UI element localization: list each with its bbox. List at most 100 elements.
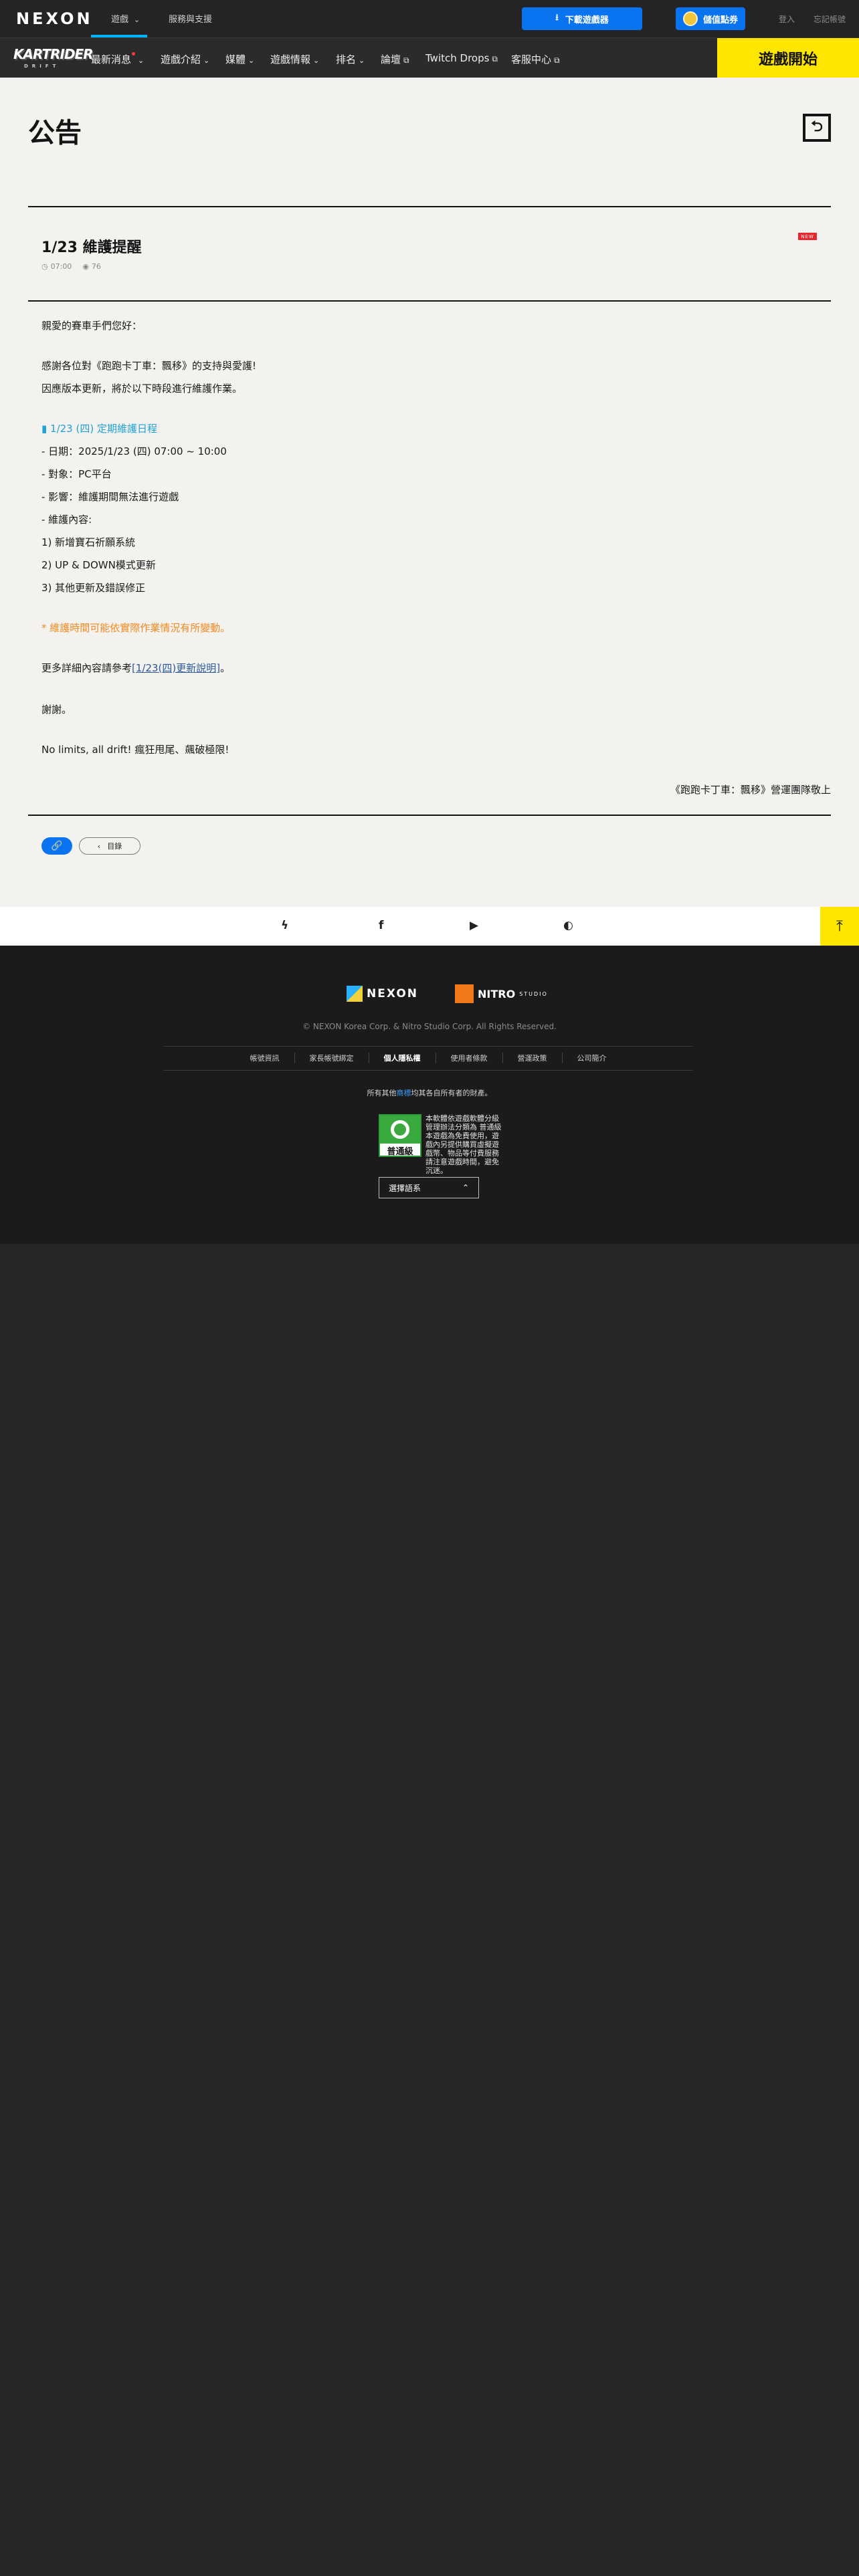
footer-link-parental[interactable]: 家長帳號綁定 [295,1053,369,1063]
trademark-suffix: 均其各自所有者的財產。 [411,1089,492,1097]
footer-link-privacy[interactable]: 個人隱私權 [369,1053,436,1063]
tab-games-label: 遊戲 [111,15,129,25]
brand-bird-icon[interactable]: ϟ [281,919,288,932]
external-link-icon: ⧉ [554,56,560,65]
nav-game-intro[interactable]: 遊戲介紹 ⌄ [161,52,209,66]
body-impact: - 影響：維護期間無法進行遊戲 [41,491,179,503]
body-date: - 日期：2025/1/23 (四) 07:00 ~ 10:00 [41,445,227,457]
top-bar: NEXON 遊戲 ⌄ 服務與支援 ⭳ 下載遊戲器 儲值點券 登入 忘記帳號 [0,0,859,37]
nav-game-info[interactable]: 遊戲情報 ⌄ [270,52,319,66]
nav-forum-label: 論壇 [381,53,401,66]
copy-link-button[interactable]: 🔗 [41,837,72,855]
nexon-logo[interactable]: NEXON [16,9,93,28]
game-start-button[interactable]: 遊戲開始 [717,38,859,78]
download-icon: ⭳ [555,13,559,23]
chevron-up-icon: ⌃ [462,1183,469,1192]
download-label: 下載遊戲器 [565,15,609,25]
body-item-2: 2) UP & DOWN模式更新 [41,559,156,571]
nexon-mark-icon [347,986,363,1002]
body-content-label: - 維護內容: [41,514,92,526]
footer-link-policy[interactable]: 營運政策 [503,1053,563,1063]
download-launcher-button[interactable]: ⭳ 下載遊戲器 [522,7,642,30]
kartrider-logo-sub: DRIFT [24,64,60,69]
body-slogan: No limits, all drift! 瘋狂甩尾、飆破極限! [41,744,229,756]
buy-points-label: 儲值點券 [702,15,738,25]
buy-points-button[interactable]: 儲值點券 [676,7,745,30]
post-title: 1/23 維護提醒 [41,239,142,256]
facebook-icon[interactable]: f [379,919,383,932]
nav-news-label: 最新消息 [91,53,132,66]
footer-nitro-logo[interactable]: NITRO STUDIO [455,984,548,1003]
eye-icon: ◉ [82,262,89,271]
divider [28,815,831,816]
nav-ranking[interactable]: 排名 ⌄ [336,52,365,66]
body-section-title: ▮ 1/23 (四) 定期維護日程 [41,423,157,435]
nav-support-center-label: 客服中心 [511,53,552,66]
external-link-icon: ⧉ [403,56,409,65]
trademark-prefix: 所有其他 [367,1089,397,1097]
chevron-down-icon: ⌄ [138,56,145,65]
body-warning: * 維護時間可能依實際作業情況有所變動。 [41,622,231,634]
tab-games[interactable]: 遊戲 ⌄ [111,12,140,25]
body-greeting: 親愛的賽車手們您好： [41,320,142,332]
nav-media-label: 媒體 [225,53,246,66]
body-signature: 《跑跑卡丁車：飄移》營運團隊敬上 [670,784,831,796]
more-info-suffix: 。 [220,662,231,674]
nav-game-info-label: 遊戲情報 [270,53,311,66]
nav-game-intro-label: 遊戲介紹 [161,53,201,66]
social-bar: ϟ f ▶ ◐ [0,907,859,946]
post-time: ◷ 07:00 [41,262,72,271]
divider [163,1070,693,1071]
kartrider-logo[interactable]: KARTRIDER DRIFT [13,46,94,70]
footer-link-company[interactable]: 公司簡介 [563,1053,622,1063]
body-more-info: 更多詳細內容請參考[1/23(四)更新說明]。 [41,661,831,675]
trademark-link[interactable]: 商標 [397,1089,411,1097]
nav-news[interactable]: 最新消息 ⌄ [91,52,144,66]
list-button-label: 目錄 [107,842,122,851]
youtube-icon[interactable]: ▶ [470,919,478,932]
back-button[interactable]: ⮌ [803,114,831,142]
body-item-3: 3) 其他更新及錯誤修正 [41,582,146,594]
main-content: 公告 ⮌ 1/23 維護提醒 NEW ◷ 07:00 ◉ 76 親愛的賽車手們您好：… [0,78,859,907]
update-notes-link[interactable]: [1/23(四)更新說明] [132,662,220,674]
more-info-prefix: 更多詳細內容請參考 [41,662,132,674]
footer-nexon-logo[interactable]: NEXON [347,986,418,1002]
footer-link-account[interactable]: 帳號資訊 [235,1053,295,1063]
chevron-down-icon: ⌄ [134,15,140,24]
body-notice: 因應版本更新，將於以下時段進行維護作業。 [41,383,243,395]
return-icon: ⮌ [811,118,823,135]
page-title: 公告 [28,118,82,148]
language-select[interactable]: 選擇語系 ⌃ [379,1177,479,1198]
body-thanks: 感謝各位對《跑跑卡丁車：飄移》的支持與愛護! [41,360,257,372]
divider [28,206,831,207]
coin-icon [682,11,698,26]
tab-support[interactable]: 服務與支援 [169,12,212,25]
forgot-account-link[interactable]: 忘記帳號 [814,13,846,25]
discord-icon[interactable]: ◐ [563,919,573,932]
copyright: © NEXON Korea Corp. & Nitro Studio Corp.… [302,1022,557,1031]
post-views-value: 76 [91,262,101,271]
footer-links: 帳號資訊 家長帳號綁定 個人隱私權 使用者條款 營運政策 公司簡介 [163,1046,693,1070]
scroll-to-top-button[interactable]: ⤒ [820,907,859,946]
list-button[interactable]: ‹ 目錄 [79,837,140,855]
link-icon: 🔗 [51,841,63,851]
post-meta: ◷ 07:00 ◉ 76 [41,262,101,271]
footer: NEXON NITRO STUDIO © NEXON Korea Corp. &… [0,946,859,1244]
nav-support-center[interactable]: 客服中心 ⧉ [511,52,560,66]
chevron-down-icon: ⌄ [248,56,255,65]
footer-nitro-text: NITRO [478,987,516,1000]
rating-icon [380,1115,420,1144]
body-thankyou: 謝謝。 [41,704,72,716]
footer-nexon-text: NEXON [367,987,419,1000]
external-link-icon: ⧉ [492,54,498,64]
rating-description: 本軟體依遊戲軟體分級管理辦法分類為 普通級 本遊戲為免費使用，遊戲內另提供購買虛… [425,1114,502,1175]
nav-twitch-drops-label: Twitch Drops [425,52,490,64]
login-link[interactable]: 登入 [779,13,795,25]
footer-link-terms[interactable]: 使用者條款 [436,1053,503,1063]
chevron-down-icon: ⌄ [313,56,320,65]
nav-media[interactable]: 媒體 ⌄ [225,52,254,66]
post-views: ◉ 76 [82,262,101,271]
nav-forum[interactable]: 論壇 ⧉ [381,52,409,66]
nav-twitch-drops[interactable]: Twitch Drops ⧉ [425,52,498,64]
body-target: - 對象：PC平台 [41,468,112,480]
